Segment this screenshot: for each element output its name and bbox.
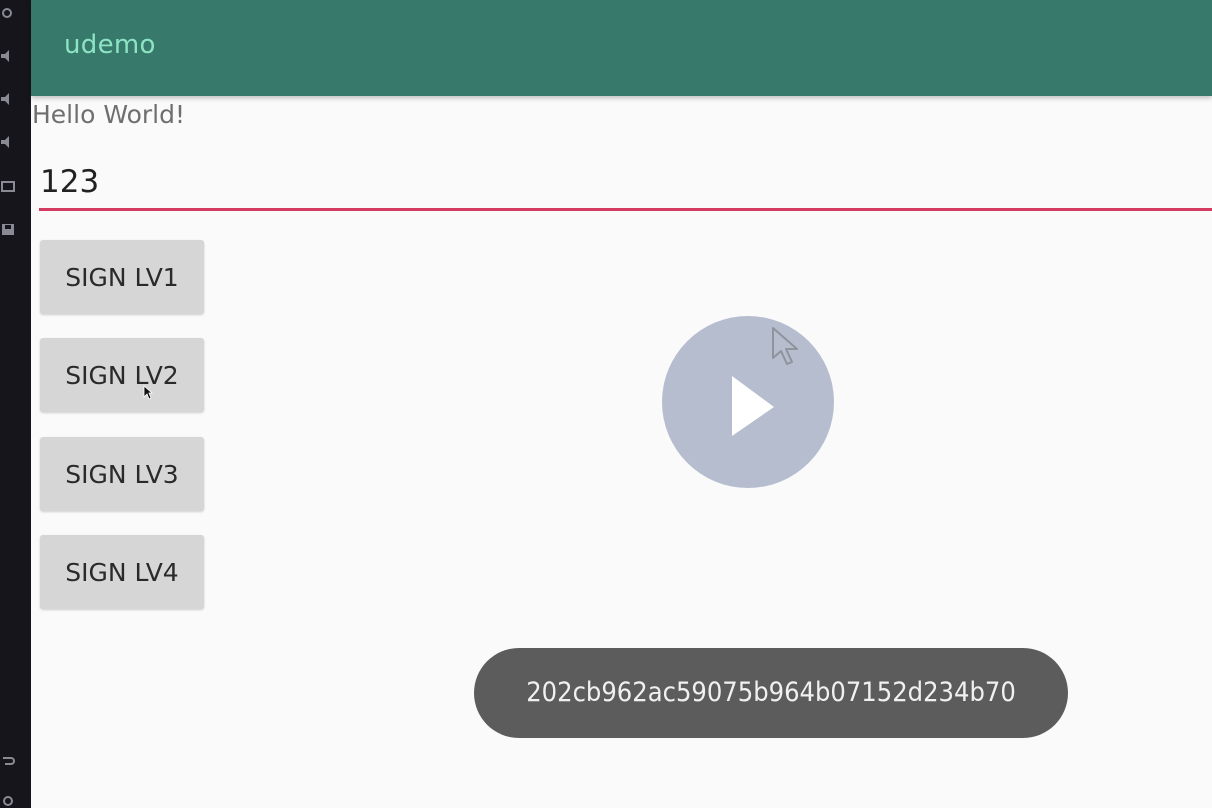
sign-lv4-button[interactable]: SIGN LV4	[40, 535, 204, 609]
toast-message: 202cb962ac59075b964b07152d234b70	[474, 648, 1068, 738]
sign-lv1-button[interactable]: SIGN LV1	[40, 240, 204, 314]
mouse-pointer-icon	[771, 326, 803, 378]
input-underline	[39, 208, 1212, 211]
text-input-container	[39, 156, 1212, 212]
bag-icon[interactable]	[1, 178, 15, 192]
ide-side-toolbar	[0, 0, 31, 808]
app-toolbar: udemo	[31, 0, 1212, 96]
gear-icon[interactable]	[1, 6, 15, 20]
text-input[interactable]	[39, 156, 1212, 208]
text-cursor-icon	[143, 385, 154, 405]
undo-icon[interactable]	[1, 752, 15, 766]
hello-text: Hello World!	[32, 100, 185, 129]
speaker-icon[interactable]	[1, 135, 15, 149]
save-icon[interactable]	[1, 222, 15, 236]
sign-lv3-button[interactable]: SIGN LV3	[40, 437, 204, 511]
play-button[interactable]	[662, 316, 834, 488]
app-title: udemo	[64, 30, 156, 60]
speaker-icon[interactable]	[1, 92, 15, 106]
redo-icon[interactable]	[1, 792, 15, 806]
sign-lv2-button[interactable]: SIGN LV2	[40, 338, 204, 412]
app-window: udemo Hello World! SIGN LV1 SIGN LV2 SIG…	[31, 0, 1212, 808]
play-icon	[732, 376, 774, 436]
speaker-icon[interactable]	[1, 49, 15, 63]
